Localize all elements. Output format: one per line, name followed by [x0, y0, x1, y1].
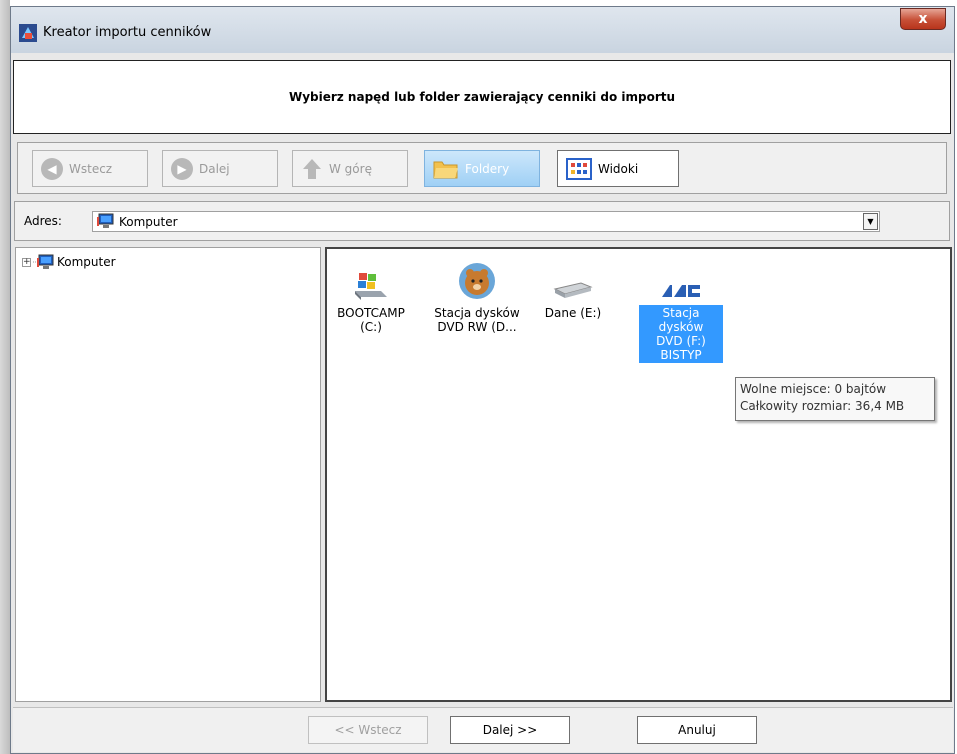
back-button[interactable]: ◀ Wstecz [32, 150, 148, 187]
drive-label: Dane (E:) [544, 306, 602, 320]
address-label: Adres: [24, 214, 62, 228]
drive-label: Stacja dysków DVD (F:) BISTYP [639, 305, 723, 363]
views-icon [566, 157, 592, 180]
cancel-button[interactable]: Anuluj [637, 716, 757, 744]
window-title: Kreator importu cenników [43, 25, 212, 40]
drive-label: BOOTCAMP (C:) [337, 306, 405, 334]
drive-item-bistyp[interactable]: Stacja dysków DVD (F:) BISTYP [639, 257, 723, 363]
address-value: Komputer [119, 214, 178, 229]
wizard-window: Kreator importu cenników x Wybierz napęd… [10, 6, 955, 754]
footer-bar: << Wstecz Dalej >> Anuluj [13, 707, 953, 752]
tooltip-total-size: Całkowity rozmiar: 36,4 MB [740, 399, 905, 413]
drive-tooltip: Wolne miejsce: 0 bajtów Całkowity rozmia… [735, 377, 935, 421]
up-button[interactable]: W górę [292, 150, 408, 187]
expand-icon[interactable]: + [22, 257, 31, 267]
drive-item-dvd-rw[interactable]: Stacja dysków DVD RW (D... [423, 257, 531, 335]
computer-icon [97, 213, 114, 228]
footer-back-button[interactable]: << Wstecz [308, 716, 428, 744]
up-button-label: W górę [329, 161, 372, 176]
back-button-label: Wstecz [69, 161, 113, 176]
toolbar: ◀ Wstecz ▶ Dalej W górę Foldery Widoki [17, 142, 947, 194]
drive-list[interactable]: BOOTCAMP(C:) Stacja dyskówDVD RW (D... [325, 247, 952, 702]
close-button[interactable]: x [900, 8, 946, 30]
views-button-label: Widoki [598, 161, 639, 176]
arrow-right-icon: ▶ [171, 157, 193, 180]
tree-item-computer[interactable]: + Komputer [22, 254, 116, 270]
forward-button-label: Dalej [199, 161, 230, 176]
title-bar[interactable]: Kreator importu cenników x [11, 7, 954, 53]
tree-item-label: Komputer [57, 255, 116, 269]
drive-item-bootcamp[interactable]: BOOTCAMP (C:) [335, 257, 407, 335]
folder-tree[interactable]: + Komputer [15, 247, 321, 702]
bistyp-logo-icon [662, 285, 700, 297]
drive-label: Stacja dysków DVD RW (D... [434, 306, 520, 334]
arrow-up-icon [303, 158, 321, 179]
folder-icon [433, 161, 458, 178]
instruction-text: Wybierz napęd lub folder zawierający cen… [288, 90, 676, 104]
next-button[interactable]: Dalej >> [450, 716, 570, 744]
instruction-panel: Wybierz napęd lub folder zawierający cen… [13, 60, 951, 134]
computer-icon [33, 254, 54, 269]
dvd-drive-icon [459, 263, 495, 299]
folders-button-label: Foldery [465, 161, 510, 176]
folders-button[interactable]: Foldery [424, 150, 540, 187]
hard-drive-icon [553, 282, 593, 298]
app-icon [19, 24, 37, 42]
forward-button[interactable]: ▶ Dalej [162, 150, 278, 187]
tooltip-free-space: Wolne miejsce: 0 bajtów [740, 382, 887, 396]
desktop-edge [0, 0, 10, 754]
drive-item-dane[interactable]: Dane (E:) [537, 257, 609, 321]
address-combobox[interactable]: Komputer ▼ [92, 211, 880, 232]
windows-drive-icon [355, 273, 387, 300]
address-bar: Adres: Komputer ▼ [14, 201, 950, 241]
dropdown-arrow-icon[interactable]: ▼ [863, 213, 878, 230]
arrow-left-icon: ◀ [41, 157, 63, 180]
views-button[interactable]: Widoki [557, 150, 679, 187]
